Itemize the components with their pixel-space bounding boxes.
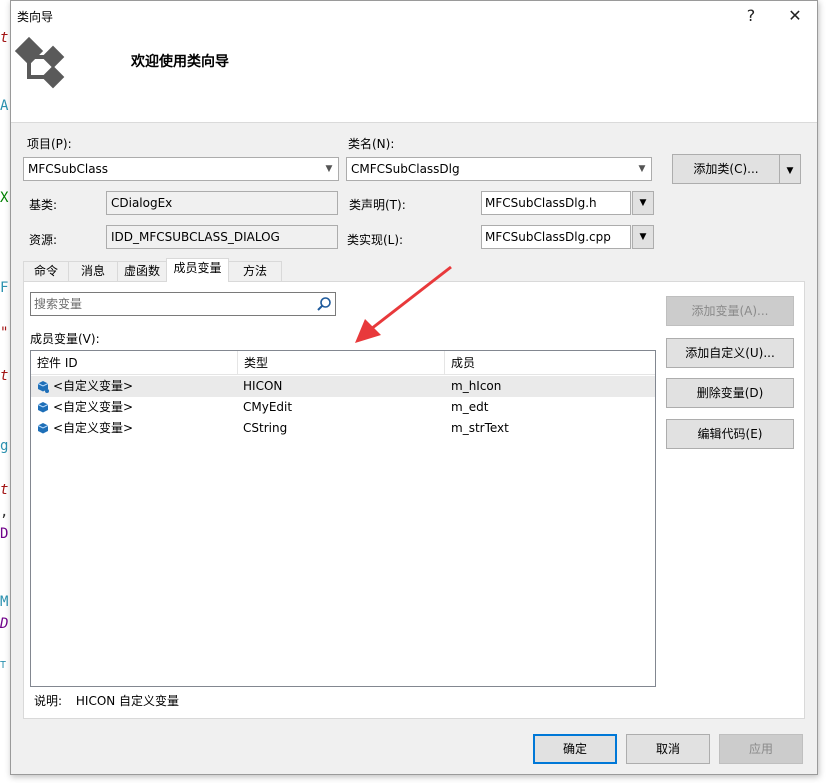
- edit-code-button[interactable]: 编辑代码(E): [666, 419, 794, 449]
- window-title: 类向导: [17, 10, 54, 24]
- decl-dropdown[interactable]: ▼: [632, 191, 654, 215]
- column-header-type[interactable]: 类型: [238, 351, 445, 375]
- row-type: CString: [243, 421, 288, 435]
- welcome-heading: 欢迎使用类向导: [131, 54, 229, 70]
- tab-messages[interactable]: 消息: [68, 261, 118, 281]
- column-header-member[interactable]: 成员: [445, 351, 655, 375]
- add-class-button[interactable]: 添加类(C)...: [672, 154, 780, 184]
- tab-virtual-functions[interactable]: 虚函数: [117, 261, 167, 281]
- tab-member-variables[interactable]: 成员变量: [166, 258, 229, 282]
- classname-combo[interactable]: CMFCSubClassDlg ▼: [346, 157, 652, 181]
- ok-button[interactable]: 确定: [533, 734, 617, 764]
- help-button[interactable]: ?: [733, 4, 769, 28]
- chevron-down-icon: ▼: [638, 164, 646, 174]
- variable-cube-icon: [37, 381, 49, 393]
- table-row[interactable]: <自定义变量> HICON m_hIcon: [31, 376, 655, 397]
- tab-commands[interactable]: 命令: [23, 261, 69, 281]
- description-label: 说明:: [34, 694, 63, 708]
- tab-methods[interactable]: 方法: [228, 261, 282, 281]
- search-icon[interactable]: [315, 295, 333, 313]
- base-label: 基类:: [29, 198, 58, 212]
- members-label: 成员变量(V):: [30, 332, 100, 346]
- chevron-down-icon: ▼: [325, 164, 333, 174]
- table-row[interactable]: <自定义变量> CString m_strText: [31, 418, 655, 439]
- add-custom-button[interactable]: 添加自定义(U)...: [666, 338, 794, 368]
- row-type: CMyEdit: [243, 400, 293, 414]
- class-wizard-dialog: 类向导 ? ✕ 欢迎使用类向导 项目(P): MFCSubClass ▼ 类名(…: [10, 0, 818, 775]
- close-button[interactable]: ✕: [777, 4, 813, 28]
- resource-field: IDD_MFCSUBCLASS_DIALOG: [106, 225, 338, 249]
- class-wizard-logo-icon: [15, 36, 65, 89]
- classname-label: 类名(N):: [348, 137, 395, 151]
- description-value: HICON 自定义变量: [75, 694, 180, 708]
- row-member: m_strText: [451, 421, 509, 435]
- row-control-id: <自定义变量>: [53, 421, 134, 435]
- title-bar: 类向导 ? ✕: [11, 1, 817, 31]
- resource-label: 资源:: [29, 233, 58, 247]
- delete-variable-button[interactable]: 删除变量(D): [666, 378, 794, 408]
- cancel-button[interactable]: 取消: [626, 734, 710, 764]
- row-control-id: <自定义变量>: [53, 400, 134, 414]
- chevron-down-icon: ▼: [786, 166, 794, 176]
- column-header-control-id[interactable]: 控件 ID: [31, 351, 238, 375]
- grid-header: 控件 ID 类型 成员: [31, 351, 655, 375]
- classname-value: CMFCSubClassDlg: [351, 162, 460, 176]
- row-member: m_hIcon: [451, 379, 502, 393]
- project-label: 项目(P):: [27, 137, 72, 151]
- description-line: 说明: HICON 自定义变量: [34, 692, 179, 709]
- table-row[interactable]: <自定义变量> CMyEdit m_edt: [31, 397, 655, 418]
- row-member: m_edt: [451, 400, 489, 414]
- project-value: MFCSubClass: [28, 162, 109, 176]
- add-variable-button[interactable]: 添加变量(A)...: [666, 296, 794, 326]
- search-placeholder: 搜索变量: [34, 297, 83, 311]
- project-combo[interactable]: MFCSubClass ▼: [23, 157, 339, 181]
- search-input[interactable]: 搜索变量: [30, 292, 336, 316]
- banner: 欢迎使用类向导: [11, 31, 817, 123]
- variable-cube-icon: [37, 402, 49, 413]
- decl-label: 类声明(T):: [349, 198, 406, 212]
- base-class-field: CDialogEx: [106, 191, 338, 215]
- row-control-id: <自定义变量>: [53, 379, 134, 393]
- variable-cube-icon: [37, 423, 49, 434]
- add-class-dropdown[interactable]: ▼: [779, 154, 801, 184]
- member-variables-grid[interactable]: 控件 ID 类型 成员 <自定义变量> HICON m_hIcon <自定义变量…: [30, 350, 656, 687]
- chevron-down-icon: ▼: [639, 198, 647, 208]
- impl-dropdown[interactable]: ▼: [632, 225, 654, 249]
- decl-field[interactable]: MFCSubClassDlg.h: [481, 191, 631, 215]
- chevron-down-icon: ▼: [639, 232, 647, 242]
- annotation-arrow-icon: [355, 265, 452, 343]
- impl-label: 类实现(L):: [347, 233, 404, 247]
- impl-field[interactable]: MFCSubClassDlg.cpp: [481, 225, 631, 249]
- row-type: HICON: [243, 379, 283, 393]
- apply-button[interactable]: 应用: [719, 734, 803, 764]
